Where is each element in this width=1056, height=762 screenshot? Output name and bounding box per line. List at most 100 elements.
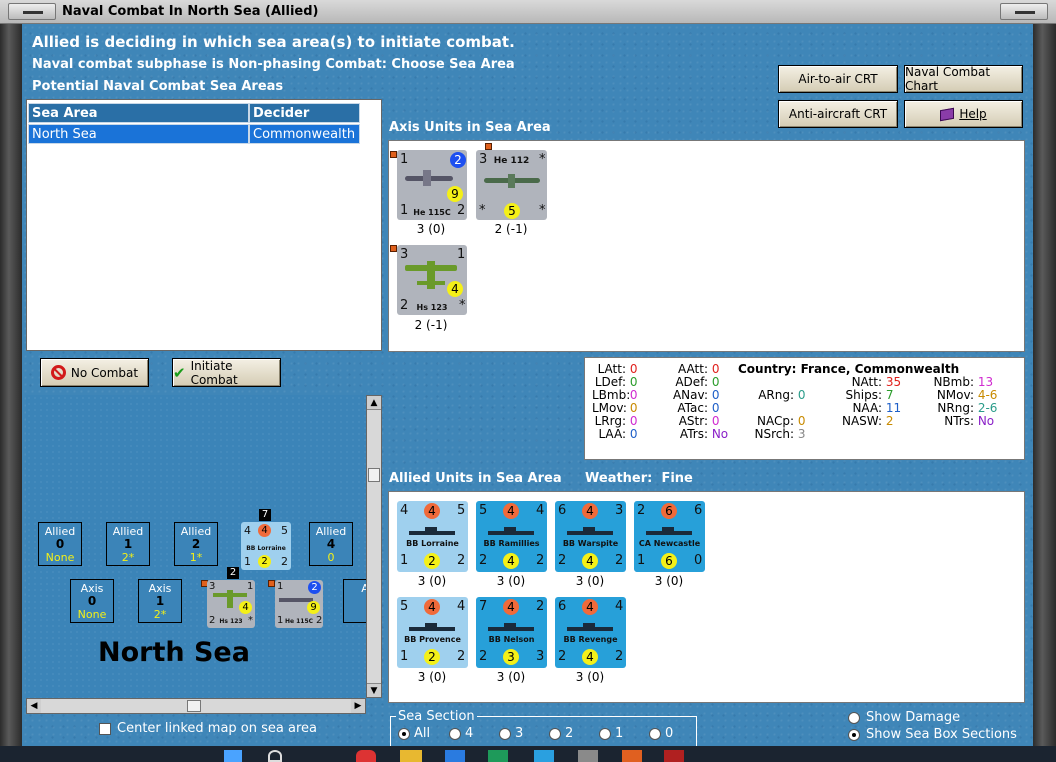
no-combat-button[interactable]: No Combat xyxy=(40,358,149,387)
counter-value: 4 xyxy=(457,599,466,614)
allied-unit-bb-provence[interactable]: 5 4 4 BB Provence 1 2 2 xyxy=(397,597,468,668)
stat-value: 13 xyxy=(977,375,994,389)
counter-circle: 4 xyxy=(582,649,598,665)
warship-icon xyxy=(567,527,613,535)
axis-unit-he115c[interactable]: 1 2 9 1 He 115C 2 xyxy=(397,150,467,220)
air-to-air-label: Air-to-air CRT xyxy=(798,72,878,86)
counter-value: 7 xyxy=(479,599,488,614)
allied-unit-bb-lorraine[interactable]: 4 4 5 BB Lorraine 1 2 2 xyxy=(397,501,468,572)
axis-sea-box-1[interactable]: Axis 1 2* xyxy=(138,579,182,623)
unit-strength-label: 3 (0) xyxy=(575,670,605,684)
center-map-checkbox[interactable] xyxy=(99,723,111,735)
sea-map[interactable]: Allied 0 None Allied 1 2* Allied 2 1* Allied 4 0… xyxy=(26,395,366,698)
counter-value: 2 xyxy=(316,615,323,626)
unit-strength-label: 3 (0) xyxy=(496,670,526,684)
window-menu-button[interactable] xyxy=(1000,3,1048,20)
warship-icon xyxy=(488,527,534,535)
map-vertical-scrollbar[interactable]: ▲ ▼ xyxy=(366,395,382,698)
map-horizontal-scrollbar[interactable]: ◀ ▶ xyxy=(26,698,366,714)
scroll-thumb[interactable] xyxy=(368,468,380,482)
initiate-combat-button[interactable]: ✔ Initiate Combat xyxy=(172,358,281,387)
counter-circle: 5 xyxy=(504,203,520,219)
app-icon[interactable] xyxy=(664,750,684,762)
windows-start-icon[interactable] xyxy=(224,750,242,762)
counter-value: 6 xyxy=(558,503,567,518)
allied-sea-box-4[interactable]: Allied 4 0 xyxy=(309,522,353,566)
map-stack-he115c[interactable]: 1 2 9 1 He 115C 2 xyxy=(275,580,323,628)
window-title: Naval Combat In North Sea (Allied) xyxy=(62,4,319,19)
air-to-air-crt-button[interactable]: Air-to-air CRT xyxy=(778,65,898,93)
axis-unit-he112[interactable]: 3 He 112 * * 5 * xyxy=(476,150,547,220)
allied-unit-bb-nelson[interactable]: 7 4 2 BB Nelson 2 3 3 xyxy=(476,597,547,668)
app-icon[interactable] xyxy=(356,750,376,762)
allied-unit-bb-ramillies[interactable]: 5 4 4 BB Ramillies 2 4 2 xyxy=(476,501,547,572)
map-stack-bb-lorraine[interactable]: 4 4 5 BB Lorraine 1 2 2 xyxy=(241,522,291,570)
stat-value: 0 xyxy=(711,401,720,415)
counter-circle: 2 xyxy=(424,553,440,569)
stats-col5: NBmb: 13 NMov: 4-6 NRng: 2-6 NTrs: No xyxy=(930,376,997,428)
counter-circle: 4 xyxy=(503,553,519,569)
sea-section-radio-all[interactable] xyxy=(398,728,410,740)
sea-section-option-label: 3 xyxy=(515,726,524,741)
help-button[interactable]: Help xyxy=(904,100,1023,128)
counter-circle: 9 xyxy=(447,186,463,202)
box-sub: None xyxy=(45,551,75,564)
stat-value: No xyxy=(711,427,729,441)
unit-strength-label: 3 (0) xyxy=(417,574,447,588)
sea-section-radio-2[interactable] xyxy=(549,728,561,740)
scroll-down-arrow[interactable]: ▼ xyxy=(367,683,381,697)
app-icon[interactable] xyxy=(445,750,465,762)
axis-unit-hs123[interactable]: 3 1 4 2 Hs 123 * xyxy=(397,245,467,315)
unit-strength-label: 3 (0) xyxy=(417,670,447,684)
table-cell-decider[interactable]: Commonwealth xyxy=(249,124,360,144)
stat-value: 0 xyxy=(711,388,720,402)
app-icon[interactable] xyxy=(534,750,554,762)
scroll-left-arrow[interactable]: ◀ xyxy=(27,699,41,713)
app-icon[interactable] xyxy=(622,750,642,762)
counter-value: 5 xyxy=(400,599,409,614)
allied-sea-box-0[interactable]: Allied 0 None xyxy=(38,522,82,566)
minimize-button[interactable] xyxy=(8,3,56,20)
sea-section-radio-3[interactable] xyxy=(499,728,511,740)
allied-sea-box-1[interactable]: Allied 1 2* xyxy=(106,522,150,566)
app-icon[interactable] xyxy=(578,750,598,762)
unit-marker xyxy=(390,245,397,252)
table-cell-sea-area[interactable]: North Sea xyxy=(28,124,249,144)
stat-value: 11 xyxy=(885,401,902,415)
anti-aircraft-crt-button[interactable]: Anti-aircraft CRT xyxy=(778,100,898,128)
stats-col2: AAtt: 0 ADef: 0 ANav: 0 ATac: 0 AStr: 0 … xyxy=(670,363,728,441)
axis-sea-box-partial[interactable]: A xyxy=(343,579,366,623)
sea-section-radio-1[interactable] xyxy=(599,728,611,740)
search-icon[interactable] xyxy=(268,750,282,762)
counter-value: 3 xyxy=(536,649,545,664)
counter-value: 1 xyxy=(247,581,254,592)
show-sea-box-radio[interactable] xyxy=(848,729,860,741)
counter-value: 5 xyxy=(457,503,466,518)
sea-section-radio-0[interactable] xyxy=(649,728,661,740)
allied-unit-bb-warspite[interactable]: 6 4 3 BB Warspite 2 4 2 xyxy=(555,501,626,572)
book-icon xyxy=(940,107,955,121)
axis-sea-box-0[interactable]: Axis 0 None xyxy=(70,579,114,623)
column-header-decider[interactable]: Decider xyxy=(249,103,360,123)
sea-section-radio-4[interactable] xyxy=(449,728,461,740)
app-icon[interactable] xyxy=(488,750,508,762)
scroll-up-arrow[interactable]: ▲ xyxy=(367,396,381,410)
column-header-sea-area[interactable]: Sea Area xyxy=(28,103,249,123)
allied-unit-bb-revenge[interactable]: 6 4 4 BB Revenge 2 4 2 xyxy=(555,597,626,668)
allied-unit-ca-newcastle[interactable]: 2 6 6 CA Newcastle 1 6 0 xyxy=(634,501,705,572)
counter-circle: 2 xyxy=(450,152,466,168)
map-stack-hs123[interactable]: 3 1 4 2 Hs 123 * xyxy=(207,580,255,628)
naval-combat-chart-button[interactable]: Naval Combat Chart xyxy=(904,65,1023,93)
stat-value: 0 xyxy=(629,388,638,402)
scroll-thumb[interactable] xyxy=(187,700,201,712)
allied-sea-box-2[interactable]: Allied 2 1* xyxy=(174,522,218,566)
counter-value: 0 xyxy=(694,553,703,568)
folder-icon[interactable] xyxy=(400,750,422,762)
title-bar: Naval Combat In North Sea (Allied) xyxy=(0,0,1056,24)
show-damage-radio[interactable] xyxy=(848,712,860,724)
counter-value: 2 xyxy=(479,649,488,664)
counter-value: 4 xyxy=(536,503,545,518)
no-combat-label: No Combat xyxy=(70,365,139,380)
counter-value: 1 xyxy=(277,581,284,592)
scroll-right-arrow[interactable]: ▶ xyxy=(351,699,365,713)
